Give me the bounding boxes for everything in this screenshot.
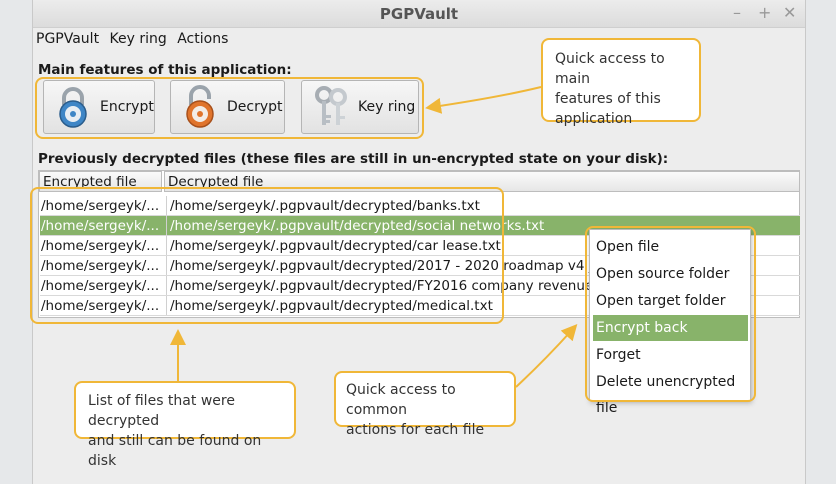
menu-key-ring[interactable]: Key ring: [110, 31, 167, 47]
callout-text: Quick access to common: [346, 382, 456, 418]
callout-features: Quick access to main features of this ap…: [541, 38, 701, 127]
context-menu-highlight: [585, 226, 756, 402]
menu-pgpvault[interactable]: PGPVault: [36, 31, 99, 47]
window-title: PGPVault: [379, 5, 459, 23]
features-highlight: [35, 77, 424, 139]
close-icon[interactable]: ✕: [783, 3, 796, 22]
callout-text: application: [555, 111, 633, 127]
callout-text: features of this: [555, 91, 661, 107]
callout-text: and still can be found on disk: [88, 433, 262, 469]
features-heading: Main features of this application:: [38, 62, 292, 78]
menu-bar: PGPVault Key ring Actions: [36, 31, 234, 51]
callout-actions: Quick access to common actions for each …: [334, 371, 516, 438]
callout-text: Quick access to main: [555, 51, 665, 87]
title-bar: PGPVault – + ✕: [33, 0, 805, 28]
callout-files: List of files that were decrypted and st…: [74, 381, 296, 469]
minimize-icon[interactable]: –: [733, 3, 741, 22]
callout-text: List of files that were decrypted: [88, 393, 235, 429]
files-heading: Previously decrypted files (these files …: [38, 151, 669, 167]
menu-actions[interactable]: Actions: [177, 31, 228, 47]
files-highlight: [30, 187, 504, 324]
callout-text: actions for each file: [346, 422, 485, 438]
maximize-icon[interactable]: +: [758, 3, 771, 22]
